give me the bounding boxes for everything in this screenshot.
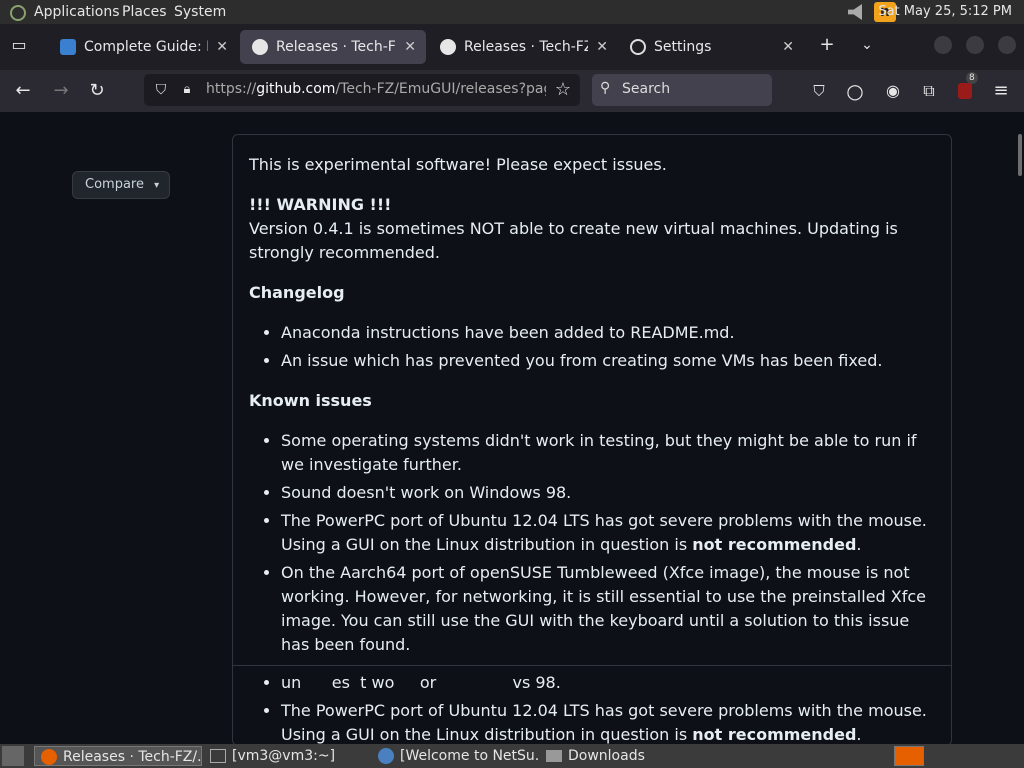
workspace-switcher[interactable] bbox=[894, 746, 924, 766]
close-tab-icon[interactable]: ✕ bbox=[404, 30, 416, 64]
extension-badge: 8 bbox=[966, 72, 978, 84]
close-tab-icon[interactable]: ✕ bbox=[596, 30, 608, 64]
divider bbox=[233, 665, 951, 666]
search-input[interactable]: ⚲ Search bbox=[592, 74, 772, 106]
menu-system[interactable]: System bbox=[174, 4, 226, 20]
url-text[interactable]: https://github.com/Tech-FZ/EmuGUI/releas… bbox=[206, 81, 546, 97]
window-close-icon[interactable] bbox=[998, 36, 1016, 54]
show-desktop-icon[interactable] bbox=[2, 746, 24, 766]
system-top-panel: Applications Places System n Sat May 25,… bbox=[0, 0, 1024, 24]
changelog-heading: Changelog bbox=[249, 283, 345, 302]
taskbar-downloads[interactable]: Downloads bbox=[542, 746, 706, 766]
warning-title: !!! WARNING !!! bbox=[249, 195, 392, 214]
window-minimize-icon[interactable] bbox=[934, 36, 952, 54]
close-tab-icon[interactable]: ✕ bbox=[216, 30, 228, 64]
known-issues-heading: Known issues bbox=[249, 391, 372, 410]
back-icon[interactable]: ← bbox=[10, 78, 36, 104]
list-item: On the Aarch64 port of openSUSE Tumblewe… bbox=[281, 561, 941, 657]
github-icon bbox=[440, 39, 456, 55]
compare-button[interactable]: Compare ▾ bbox=[72, 171, 170, 199]
list-item: The PowerPC port of Ubuntu 12.04 LTS has… bbox=[281, 699, 941, 745]
release-intro: This is experimental software! Please ex… bbox=[249, 155, 667, 174]
pocket-icon[interactable]: ⛉ bbox=[806, 78, 832, 104]
close-tab-icon[interactable]: ✕ bbox=[782, 30, 794, 64]
netsurf-icon bbox=[378, 748, 394, 764]
site-favicon-icon bbox=[60, 39, 76, 55]
release-body: This is experimental software! Please ex… bbox=[232, 134, 952, 746]
forward-icon[interactable]: → bbox=[48, 78, 74, 104]
ublock-icon[interactable]: 8 bbox=[952, 72, 978, 104]
tab-releases[interactable]: Releases · Tech-FZ/Em ✕ bbox=[428, 30, 618, 64]
tab-overview-icon[interactable]: ▭ bbox=[6, 32, 32, 58]
reload-icon[interactable]: ↻ bbox=[84, 78, 110, 104]
list-item: Some operating systems didn't work in te… bbox=[281, 429, 941, 477]
firefox-icon bbox=[41, 749, 57, 765]
list-item: Sound doesn't work on Windows 98. bbox=[281, 481, 941, 505]
volume-icon[interactable] bbox=[848, 4, 862, 20]
taskbar-firefox[interactable]: Releases · Tech-FZ/... bbox=[34, 746, 202, 766]
hamburger-menu-icon[interactable]: ≡ bbox=[988, 78, 1014, 104]
terminal-icon bbox=[210, 749, 226, 763]
known-issues-list: Some operating systems didn't work in te… bbox=[281, 429, 941, 661]
repeated-known-issues-list: un es t wo or vs 98. The PowerPC port of… bbox=[281, 671, 941, 745]
os-logo-icon[interactable] bbox=[10, 5, 26, 21]
page-scrollbar[interactable] bbox=[1018, 134, 1022, 176]
lock-icon[interactable]: 🔒︎ bbox=[174, 77, 200, 103]
tab-releases-active[interactable]: Releases · Tech-FZ/Em ✕ bbox=[240, 30, 426, 64]
system-taskbar: Releases · Tech-FZ/... [vm3@vm3:~] [Welc… bbox=[0, 744, 1024, 768]
list-item: Anaconda instructions have been added to… bbox=[281, 321, 941, 345]
browser-tab-bar: ▭ Complete Guide: Insta ✕ Releases · Tec… bbox=[0, 24, 1024, 70]
profile-icon[interactable]: ◉ bbox=[880, 78, 906, 104]
list-item: un es t wo or vs 98. bbox=[281, 671, 941, 695]
taskbar-netsurf[interactable]: [Welcome to NetSu... bbox=[374, 746, 538, 766]
extensions-icon[interactable]: ⧉ bbox=[916, 78, 942, 104]
shield-icon[interactable]: ⛉ bbox=[148, 77, 174, 103]
github-icon bbox=[252, 39, 268, 55]
gear-icon bbox=[630, 39, 646, 55]
window-maximize-icon[interactable] bbox=[966, 36, 984, 54]
bookmark-star-icon[interactable]: ☆ bbox=[550, 77, 576, 103]
list-item: An issue which has prevented you from cr… bbox=[281, 349, 941, 373]
url-bar[interactable]: ⛉ 🔒︎ https://github.com/Tech-FZ/EmuGUI/r… bbox=[144, 74, 580, 106]
folder-icon bbox=[546, 750, 562, 762]
warning-text: Version 0.4.1 is sometimes NOT able to c… bbox=[249, 219, 898, 262]
release-sidebar: Compare ▾ bbox=[0, 112, 232, 744]
menu-places[interactable]: Places bbox=[122, 4, 167, 20]
tab-settings[interactable]: Settings ✕ bbox=[618, 30, 804, 64]
taskbar-terminal[interactable]: [vm3@vm3:~] bbox=[206, 746, 370, 766]
tab-complete-guide[interactable]: Complete Guide: Insta ✕ bbox=[48, 30, 238, 64]
list-tabs-chevron-down-icon[interactable]: ⌄ bbox=[854, 32, 880, 58]
clock[interactable]: Sat May 25, 5:12 PM bbox=[878, 4, 1012, 19]
changelog-list: Anaconda instructions have been added to… bbox=[281, 321, 941, 377]
chevron-down-icon: ▾ bbox=[154, 180, 160, 191]
account-circle-icon[interactable]: ○ bbox=[842, 78, 868, 104]
new-tab-icon[interactable]: + bbox=[814, 32, 840, 58]
browser-nav-bar: ← → ↻ ⛉ 🔒︎ https://github.com/Tech-FZ/Em… bbox=[0, 70, 1024, 112]
search-icon: ⚲ bbox=[600, 80, 611, 96]
menu-applications[interactable]: Applications bbox=[34, 4, 120, 20]
list-item: The PowerPC port of Ubuntu 12.04 LTS has… bbox=[281, 509, 941, 557]
